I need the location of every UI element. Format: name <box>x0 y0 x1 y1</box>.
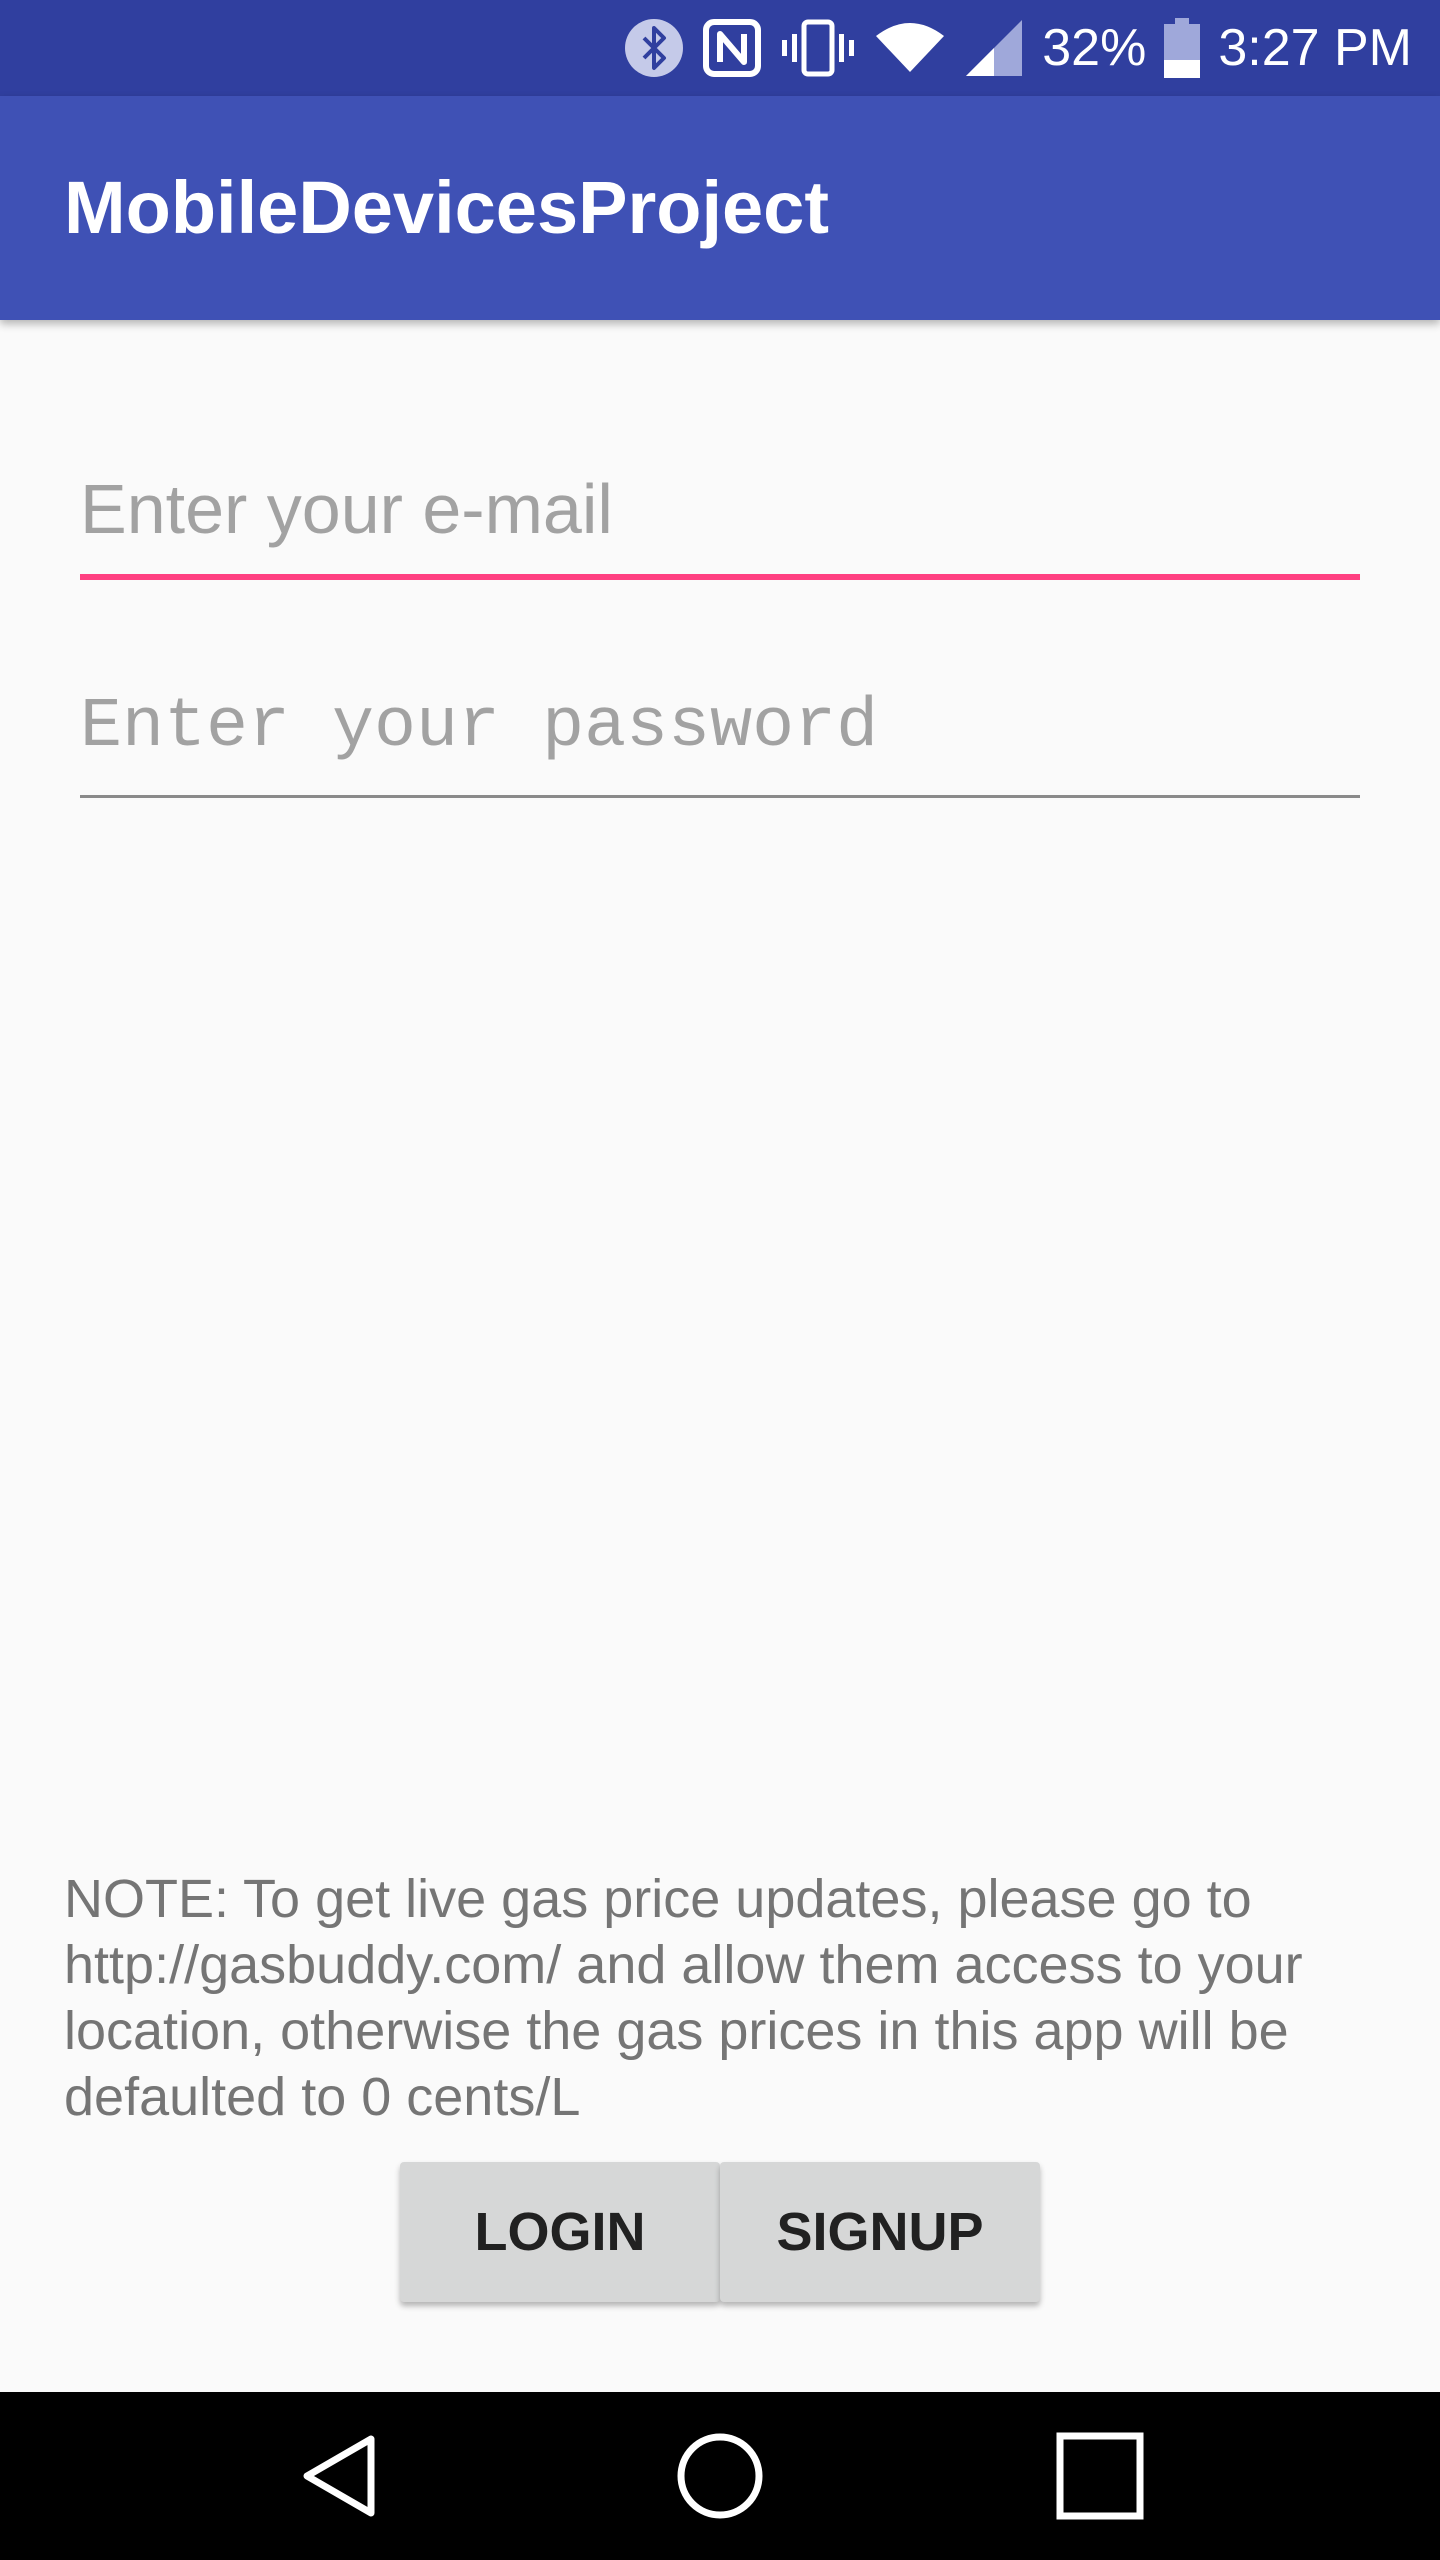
wifi-icon <box>876 23 945 72</box>
back-button[interactable] <box>260 2392 420 2560</box>
clock: 3:27 PM <box>1218 19 1412 77</box>
app-title: MobileDevicesProject <box>64 166 829 249</box>
vibrate-icon <box>782 19 855 77</box>
email-field[interactable] <box>80 450 1360 580</box>
status-icons: 32% 3:27 PM <box>624 0 1412 96</box>
signup-button[interactable]: SIGNUP <box>720 2162 1040 2302</box>
password-underline <box>80 795 1360 798</box>
recents-icon <box>1056 2432 1144 2520</box>
signal-icon <box>966 20 1023 76</box>
gas-price-note: NOTE: To get live gas price updates, ple… <box>64 1869 1303 2127</box>
nfc-icon <box>703 19 762 77</box>
home-button[interactable] <box>640 2392 800 2560</box>
app-bar: MobileDevicesProject <box>0 96 1440 320</box>
battery-icon <box>1164 18 1201 78</box>
email-underline <box>80 574 1360 580</box>
email-input[interactable] <box>80 450 1360 568</box>
password-field[interactable] <box>80 668 1360 798</box>
status-bar: 32% 3:27 PM <box>0 0 1440 96</box>
password-input[interactable] <box>80 668 1360 786</box>
back-icon <box>303 2435 375 2517</box>
battery-percent: 32% <box>1042 19 1147 77</box>
home-icon <box>677 2433 763 2519</box>
navigation-bar <box>0 2392 1440 2560</box>
recents-button[interactable] <box>1020 2392 1180 2560</box>
login-button[interactable]: LOGIN <box>400 2162 720 2302</box>
bluetooth-icon <box>625 19 684 77</box>
